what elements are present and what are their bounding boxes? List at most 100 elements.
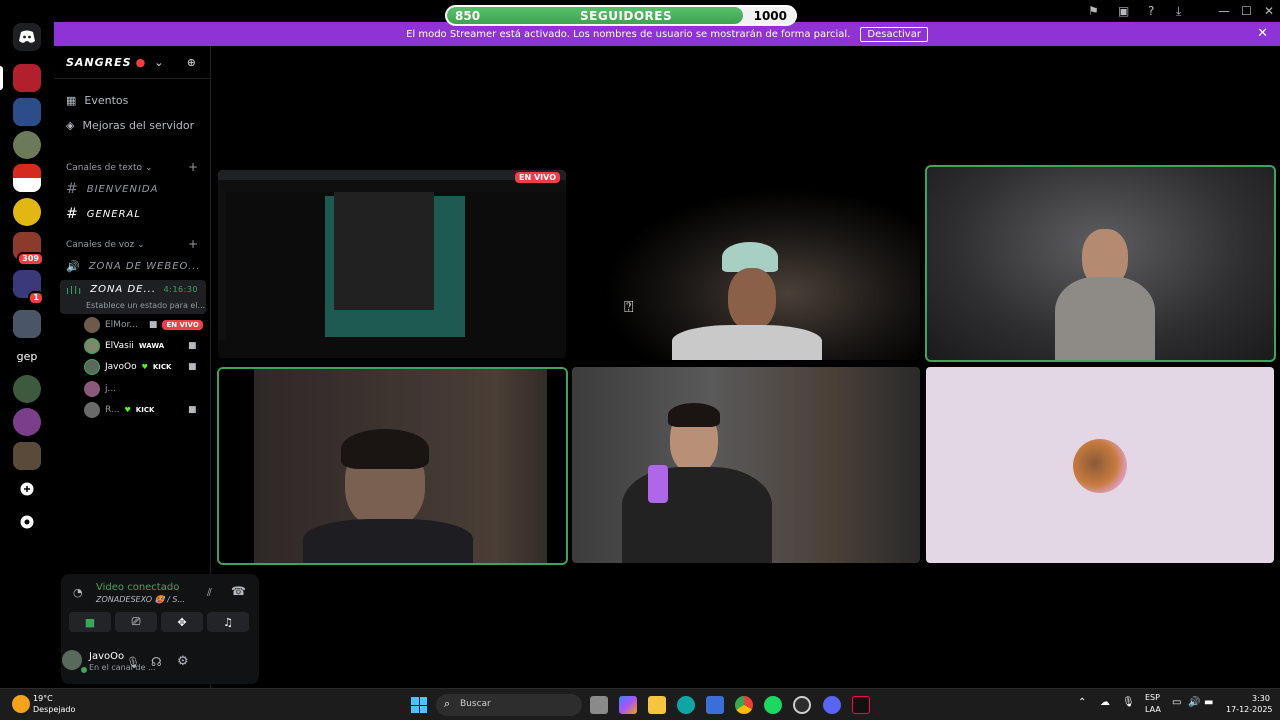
obs-icon[interactable] <box>793 696 811 714</box>
live-badge: EN VIVO <box>515 172 560 183</box>
user-avatar[interactable] <box>62 650 82 670</box>
events-label: Eventos <box>84 94 129 107</box>
copilot-icon[interactable] <box>619 696 637 714</box>
close-banner-icon[interactable]: ✕ <box>1257 26 1268 41</box>
maximize-icon[interactable]: ☐ <box>1241 4 1252 18</box>
weather-temp[interactable]: 19°C <box>33 694 53 703</box>
follower-goal: 1000 <box>753 9 787 23</box>
server-3[interactable] <box>13 131 41 159</box>
server-header[interactable]: SANGRES ● ⌄ ⊕ <box>54 46 211 79</box>
close-window-icon[interactable]: ✕ <box>1264 4 1274 18</box>
help-icon[interactable]: ? <box>1148 4 1154 18</box>
search-icon: ⌕ <box>444 697 451 710</box>
video-tile-user-4[interactable] <box>217 367 568 565</box>
discord-taskbar-icon[interactable] <box>823 696 841 714</box>
soundboard-button[interactable]: ♫ <box>207 612 249 632</box>
voice-user-name: ElVasii <box>105 341 134 351</box>
channel-status[interactable]: Establece un estado para el... <box>86 301 205 310</box>
server-11[interactable] <box>13 442 41 470</box>
noise-suppression-icon[interactable]: ⫽ <box>207 586 212 600</box>
hashtag-icon: # <box>66 181 79 197</box>
server-fortnite[interactable] <box>13 98 41 126</box>
letterbox-right <box>547 369 566 563</box>
channel-name: BIENVENIDA <box>86 183 159 195</box>
chrome-icon[interactable] <box>735 696 753 714</box>
voice-user-name: j... <box>105 384 117 394</box>
inbox-icon[interactable]: ⚑ <box>1088 4 1099 18</box>
channel-bienvenida[interactable]: # BIENVENIDA <box>60 178 206 200</box>
screen-icon[interactable]: ▣ <box>1118 4 1129 18</box>
chevron-up-icon[interactable]: ⌃ <box>1078 697 1086 708</box>
video-tile-user-5[interactable] <box>572 367 920 563</box>
camera-toggle-button[interactable]: ■ <box>69 612 111 632</box>
voice-status[interactable]: Video conectado <box>96 582 179 593</box>
text-channels-category[interactable]: Canales de texto ⌄ <box>66 163 152 173</box>
volume-icon[interactable]: 🔊 <box>1188 697 1200 708</box>
server-10[interactable] <box>13 408 41 436</box>
voice-user[interactable]: R... ♥ KICK <box>84 400 154 420</box>
mic-tray-icon[interactable]: 🎙 <box>1122 697 1135 708</box>
network-icon[interactable]: ▭ <box>1172 697 1181 708</box>
discord-home-button[interactable] <box>13 23 41 51</box>
voice-channel-webeo[interactable]: 🔊 ZONA DE WEBEO... <box>60 255 206 277</box>
keyboard-layout[interactable]: LAA <box>1145 705 1161 714</box>
windows-start-icon[interactable] <box>411 697 427 713</box>
clock-time[interactable]: 3:30 <box>1252 694 1270 703</box>
server-9[interactable] <box>13 375 41 403</box>
voice-user[interactable]: ElMor... ■ EN VIVO <box>84 315 203 335</box>
signal-icon[interactable]: ◔ <box>73 586 83 599</box>
events-item[interactable]: ▦ Eventos <box>66 94 128 107</box>
tiktok-icon[interactable] <box>852 696 870 714</box>
video-tile-user-3[interactable] <box>925 165 1276 362</box>
browser-tabs <box>218 170 566 180</box>
language-indicator[interactable]: ESP <box>1145 693 1160 702</box>
voice-user[interactable]: JavoOo ♥ KICK <box>84 357 171 377</box>
video-tile-user-2[interactable]: ⍰ <box>572 170 920 360</box>
voice-user[interactable]: ElVasii WAWA <box>84 336 164 356</box>
file-explorer-icon[interactable] <box>648 696 666 714</box>
headphones-icon[interactable]: ☊ <box>151 655 162 669</box>
online-dot <box>81 667 87 673</box>
explore-servers-button[interactable] <box>13 508 41 536</box>
onedrive-icon[interactable]: ☁ <box>1100 697 1110 708</box>
microphone-icon[interactable]: 🎙 <box>126 656 140 669</box>
create-text-channel-icon[interactable]: + <box>188 160 198 174</box>
store-icon[interactable] <box>706 696 724 714</box>
battery-icon[interactable]: ▬ <box>1204 697 1213 708</box>
activities-button[interactable]: ✥ <box>161 612 203 632</box>
voice-channel-link[interactable]: ZONADESEXO 🥵 / S... <box>96 595 185 604</box>
create-voice-channel-icon[interactable]: + <box>188 237 198 251</box>
spotify-icon[interactable] <box>764 696 782 714</box>
download-icon[interactable]: ⤓ <box>1176 4 1181 19</box>
screen-share-button[interactable]: ⎚ <box>115 612 157 632</box>
screen-share-icon: ⎚ <box>131 615 141 628</box>
task-view-icon[interactable] <box>590 696 608 714</box>
invite-people-icon[interactable]: ⊕ <box>187 56 197 69</box>
voice-channel-active[interactable]: ıllı ZONA DE... 4:16:30 Establece un est… <box>60 280 206 314</box>
add-server-button[interactable] <box>13 475 41 503</box>
server-sangres[interactable] <box>13 64 41 92</box>
screen-share-tile[interactable]: EN VIVO <box>218 170 566 358</box>
username[interactable]: JavoOo <box>89 651 124 662</box>
minimize-icon[interactable]: — <box>1218 4 1230 18</box>
user-avatar <box>1073 439 1127 493</box>
weather-desc[interactable]: Despejado <box>33 705 75 714</box>
disable-streamer-mode-button[interactable]: Desactivar <box>860 26 928 42</box>
disconnect-icon[interactable]: ☎ <box>231 584 246 598</box>
compass-icon <box>20 515 34 529</box>
category-label: Canales de texto <box>66 163 142 173</box>
server-4[interactable] <box>13 164 41 192</box>
server-boosts-item[interactable]: ◈ Mejoras del servidor <box>66 119 194 132</box>
server-8[interactable] <box>13 310 41 338</box>
voice-channels-category[interactable]: Canales de voz ⌄ <box>66 240 145 250</box>
taskbar-search[interactable]: ⌕ Buscar <box>436 694 582 716</box>
clock-date[interactable]: 17-12-2025 <box>1226 705 1273 714</box>
voice-user[interactable]: j... <box>84 379 116 399</box>
edge-icon[interactable] <box>677 696 695 714</box>
server-gep[interactable]: gep <box>13 342 41 370</box>
settings-gear-icon[interactable]: ⚙ <box>177 654 189 669</box>
channel-general[interactable]: # GENERAL <box>60 203 206 225</box>
avatar-tile-user-6[interactable] <box>926 367 1274 563</box>
weather-icon[interactable] <box>12 695 30 713</box>
server-5[interactable] <box>13 198 41 226</box>
